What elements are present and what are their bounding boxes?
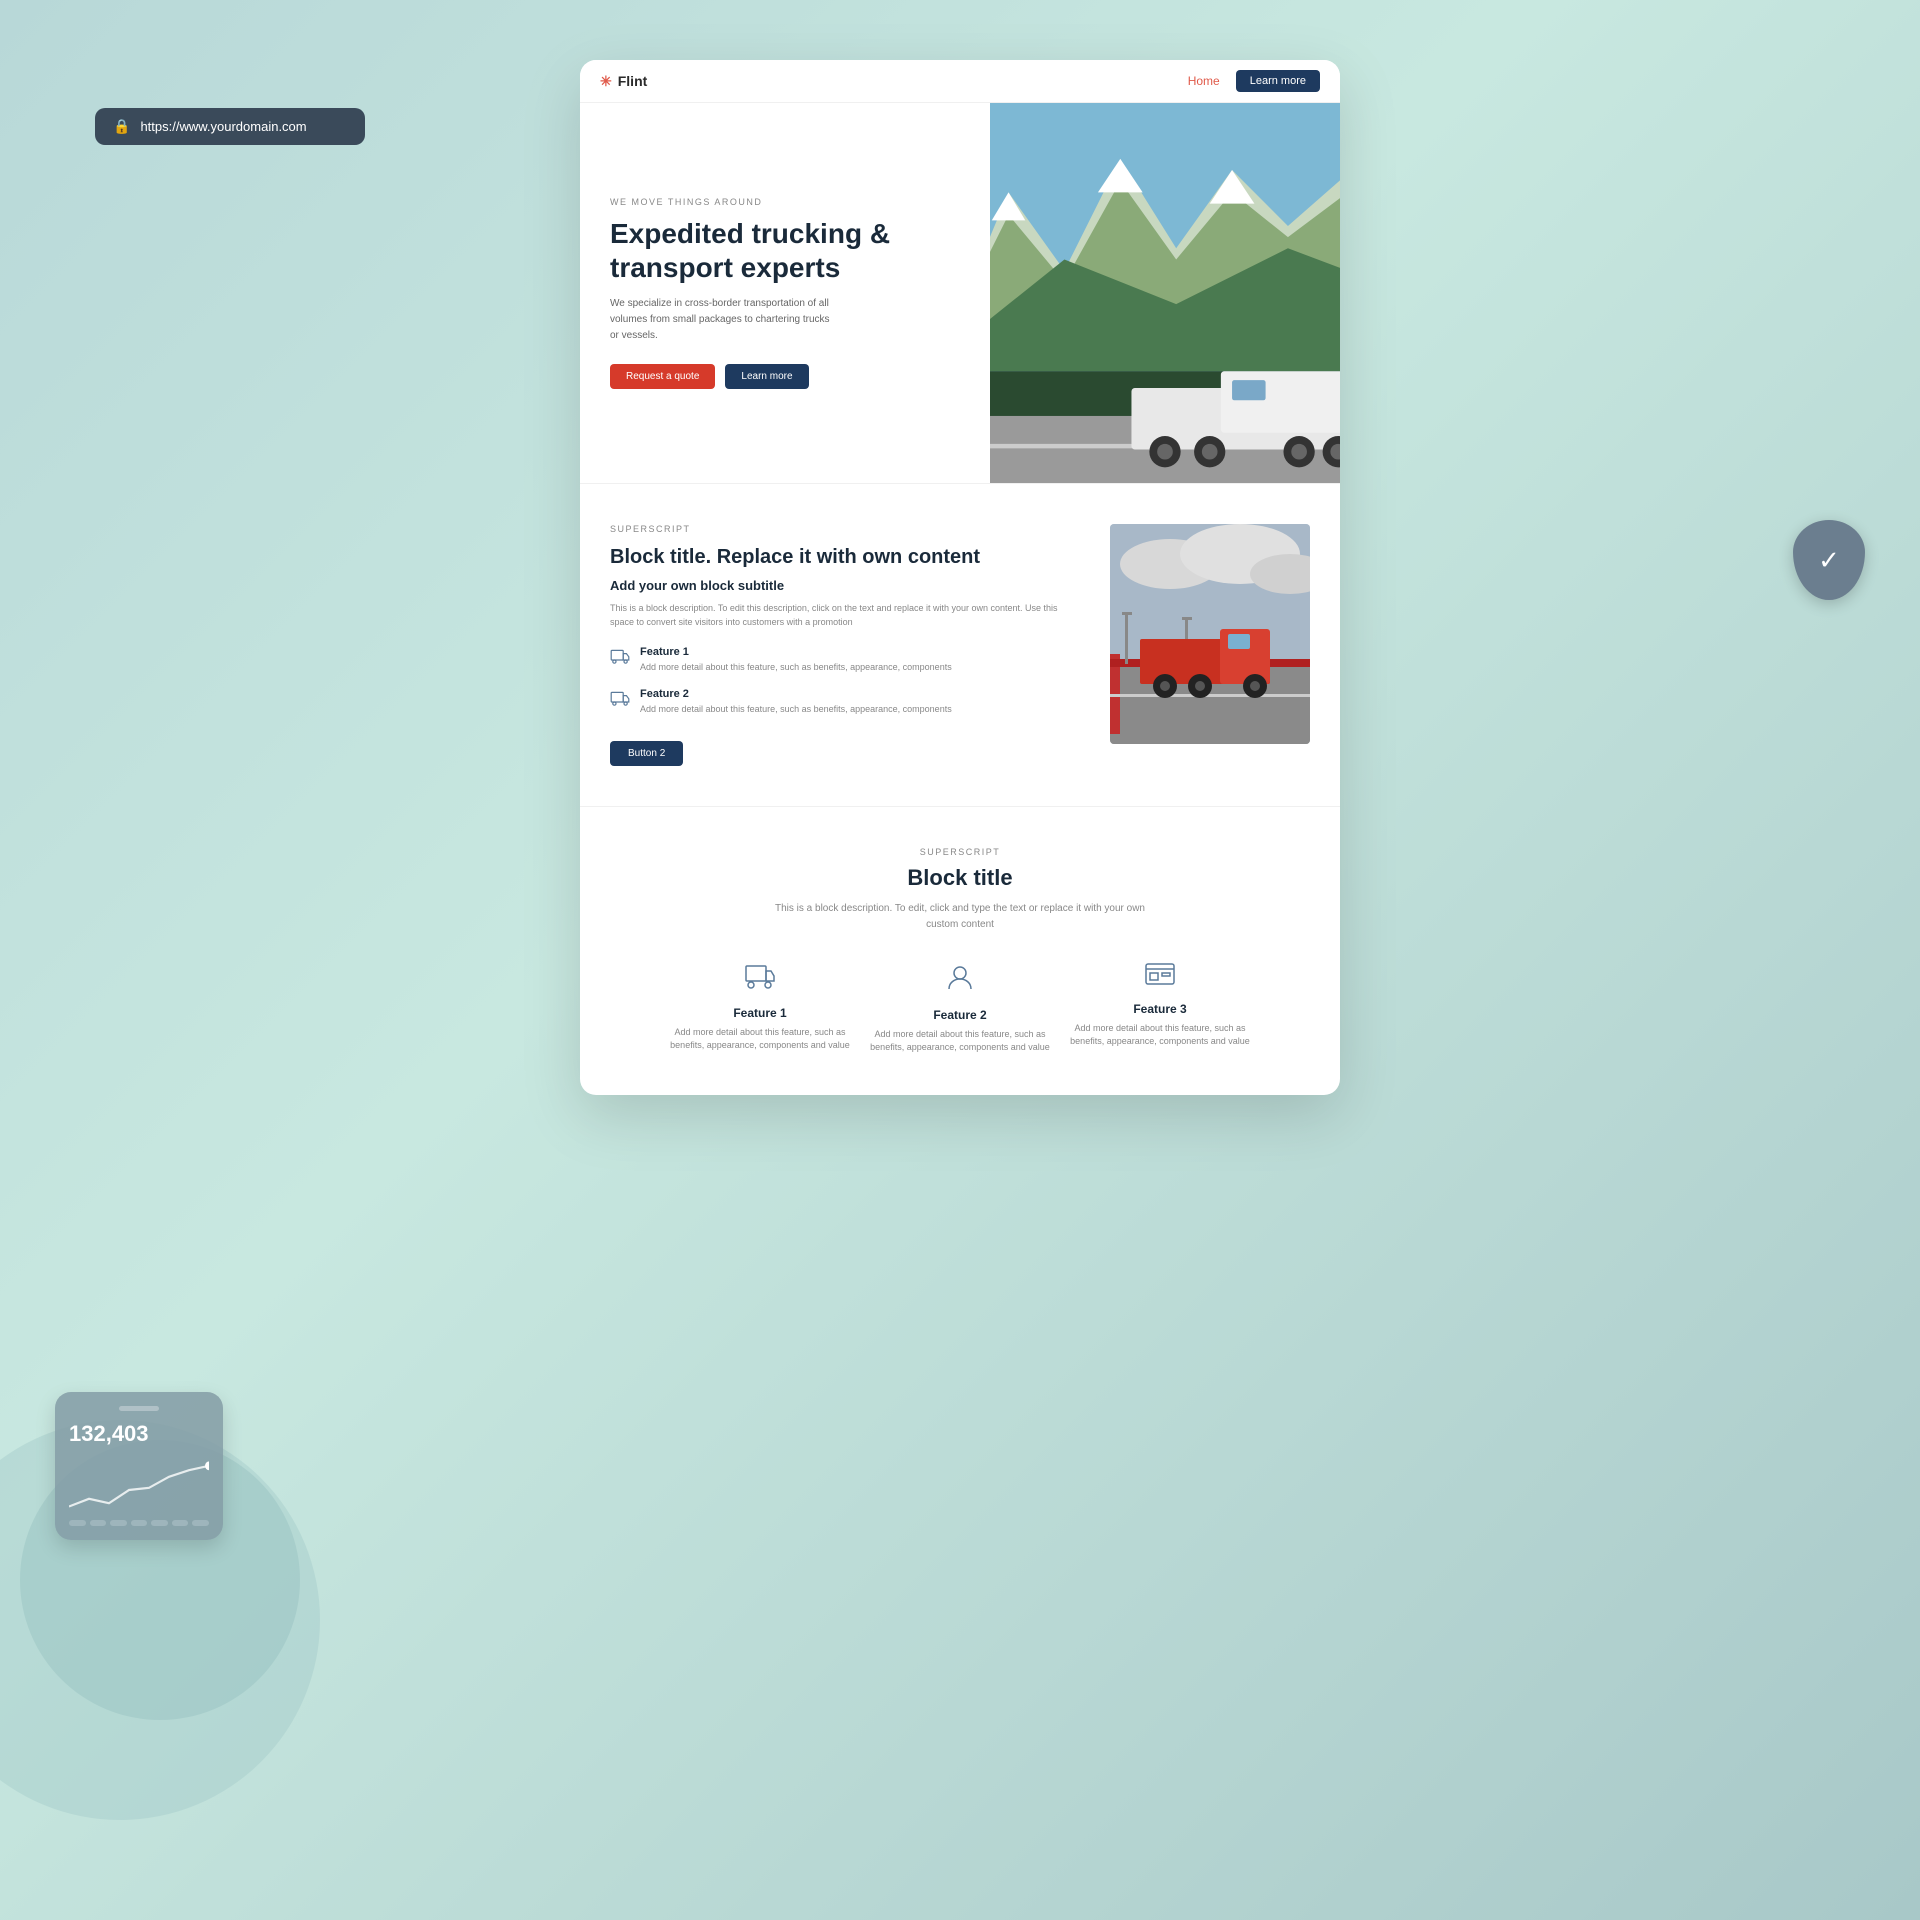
feature-item-1: Feature 1 Add more detail about this fea… [610, 646, 1080, 675]
block-subtitle: Add your own block subtitle [610, 578, 1080, 593]
feature-1-title: Feature 1 [640, 646, 952, 658]
hero-description: We specialize in cross-border transporta… [610, 296, 830, 344]
feature-card-2-icon [870, 963, 1050, 998]
feature-card-1-icon [670, 963, 850, 996]
nav-right: Home Learn more [1188, 70, 1320, 92]
stats-number: 132,403 [69, 1421, 209, 1447]
feature-card-2-desc: Add more detail about this feature, such… [870, 1028, 1050, 1055]
hero-image-bg [990, 103, 1340, 483]
block-image [1110, 524, 1310, 766]
hero-section: WE MOVE THINGS AROUND Expedited trucking… [580, 103, 1340, 483]
hero-content: WE MOVE THINGS AROUND Expedited trucking… [580, 103, 990, 483]
stats-bar-group [69, 1520, 209, 1526]
stats-bar-5 [151, 1520, 168, 1526]
browser-window: ✳ Flint Home Learn more WE MOVE THINGS A… [580, 60, 1340, 1095]
feature-2-text: Feature 2 Add more detail about this fea… [640, 688, 952, 717]
block-button[interactable]: Button 2 [610, 741, 683, 766]
feature-item-2: Feature 2 Add more detail about this fea… [610, 688, 1080, 717]
features-superscript: SUPERSCRIPT [610, 847, 1310, 857]
mountain-svg [990, 103, 1340, 483]
stats-bar-3 [110, 1520, 127, 1526]
feature-2-icon [610, 690, 630, 717]
feature-card-3-desc: Add more detail about this feature, such… [1070, 1022, 1250, 1049]
checkmark-icon: ✓ [1818, 545, 1840, 576]
nav-home-link[interactable]: Home [1188, 74, 1220, 88]
feature-card-3-icon [1070, 963, 1250, 992]
nav-logo: ✳ Flint [600, 73, 647, 90]
hero-image [990, 103, 1340, 483]
stats-bar-2 [90, 1520, 107, 1526]
hero-buttons: Request a quote Learn more [610, 364, 960, 389]
feature-card-3: Feature 3 Add more detail about this fea… [1070, 963, 1250, 1055]
logo-text: Flint [618, 73, 648, 89]
nav-learn-more-button[interactable]: Learn more [1236, 70, 1320, 92]
url-text: https://www.yourdomain.com [140, 119, 306, 134]
feature-1-text: Feature 1 Add more detail about this fea… [640, 646, 952, 675]
request-quote-button[interactable]: Request a quote [610, 364, 715, 389]
feature-card-2-title: Feature 2 [870, 1008, 1050, 1022]
shield-badge: ✓ [1793, 520, 1865, 600]
block-title: Block title. Replace it with own content [610, 544, 1080, 570]
block-superscript: SUPERSCRIPT [610, 524, 1080, 534]
hero-learn-more-button[interactable]: Learn more [725, 364, 808, 389]
feature-card-1: Feature 1 Add more detail about this fea… [670, 963, 850, 1055]
feature-1-icon [610, 648, 630, 675]
features-description: This is a block description. To edit, cl… [770, 901, 1150, 933]
stats-bar-6 [172, 1520, 189, 1526]
drag-handle [119, 1406, 159, 1411]
feature-card-2: Feature 2 Add more detail about this fea… [870, 963, 1050, 1055]
stats-card: 132,403 [55, 1392, 223, 1540]
features-grid: Feature 1 Add more detail about this fea… [610, 963, 1310, 1055]
feature-card-1-desc: Add more detail about this feature, such… [670, 1026, 850, 1053]
block-description: This is a block description. To edit thi… [610, 601, 1080, 630]
feature-2-desc: Add more detail about this feature, such… [640, 703, 952, 717]
stats-chart [69, 1457, 209, 1512]
feature-1-desc: Add more detail about this feature, such… [640, 661, 952, 675]
stats-bar-1 [69, 1520, 86, 1526]
logo-icon: ✳ [600, 73, 612, 90]
feature-card-3-title: Feature 3 [1070, 1002, 1250, 1016]
navbar: ✳ Flint Home Learn more [580, 60, 1340, 103]
hero-superscript: WE MOVE THINGS AROUND [610, 197, 960, 207]
stats-bar-4 [131, 1520, 148, 1526]
block-content: SUPERSCRIPT Block title. Replace it with… [610, 524, 1080, 766]
lock-icon: 🔒 [113, 118, 130, 135]
features-title: Block title [610, 865, 1310, 891]
hero-title: Expedited trucking & transport experts [610, 217, 960, 284]
block-section: SUPERSCRIPT Block title. Replace it with… [580, 483, 1340, 806]
feature-card-1-title: Feature 1 [670, 1006, 850, 1020]
features-section: SUPERSCRIPT Block title This is a block … [580, 806, 1340, 1095]
stats-bar-7 [192, 1520, 209, 1526]
block-image-placeholder [1110, 524, 1310, 744]
feature-2-title: Feature 2 [640, 688, 952, 700]
url-bar[interactable]: 🔒 https://www.yourdomain.com [95, 108, 365, 145]
